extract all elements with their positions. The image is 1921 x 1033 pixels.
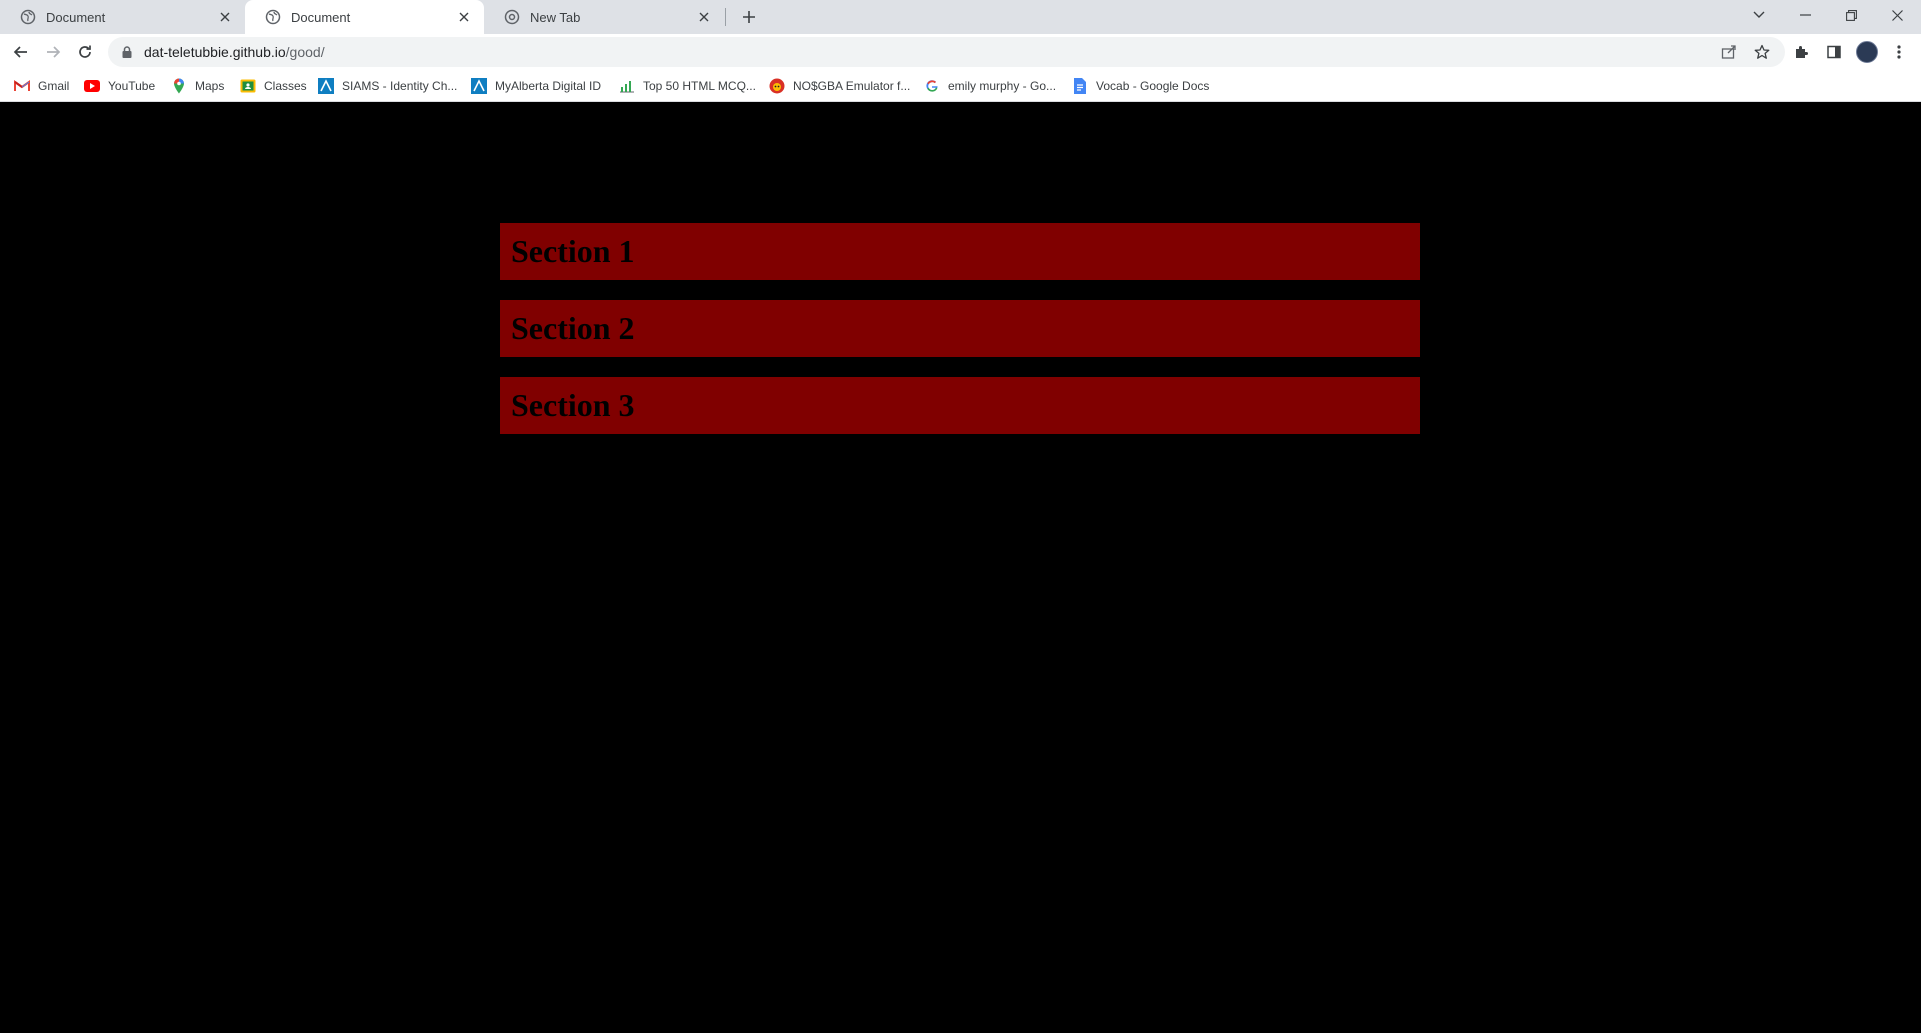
bookmark-gmail[interactable]: Gmail bbox=[14, 76, 69, 96]
star-icon bbox=[1754, 44, 1770, 59]
bookmarks-bar: Gmail YouTube Maps Classes SIAMS - Ident… bbox=[0, 70, 1921, 102]
bookmark-vocab-docs[interactable]: Vocab - Google Docs bbox=[1072, 76, 1209, 96]
section-3: Section 3 bbox=[500, 377, 1420, 434]
section-heading: Section 2 bbox=[511, 310, 635, 346]
lock-icon[interactable] bbox=[120, 45, 134, 59]
bookmark-myalberta[interactable]: MyAlberta Digital ID bbox=[471, 76, 601, 96]
restore-icon bbox=[1845, 9, 1857, 21]
puzzle-icon bbox=[1796, 46, 1808, 58]
more-vert-icon bbox=[1897, 45, 1901, 59]
bookmark-label: YouTube bbox=[108, 79, 156, 93]
globe-icon bbox=[265, 9, 281, 25]
new-tab-button[interactable] bbox=[737, 5, 761, 29]
bookmark-siams[interactable]: SIAMS - Identity Ch... bbox=[318, 76, 457, 96]
youtube-icon bbox=[84, 78, 100, 94]
side-panel-button[interactable] bbox=[1822, 40, 1846, 64]
reload-icon bbox=[79, 45, 91, 58]
address-bar[interactable]: dat-teletubbie.github.io/good/ bbox=[108, 37, 1785, 67]
close-icon[interactable] bbox=[696, 9, 712, 25]
restore-button[interactable] bbox=[1828, 0, 1874, 30]
docs-icon bbox=[1072, 78, 1088, 94]
tab-title: Document bbox=[291, 9, 351, 25]
tab-document-2[interactable]: Document bbox=[245, 0, 484, 34]
bookmark-classes[interactable]: Classes bbox=[240, 76, 307, 96]
section-1: Section 1 bbox=[500, 223, 1420, 280]
bookmark-nosgba[interactable]: NO$GBA Emulator f... bbox=[769, 76, 910, 96]
plus-icon bbox=[743, 11, 755, 23]
google-icon bbox=[924, 78, 940, 94]
tab-strip: Document Document New Tab bbox=[0, 0, 1921, 34]
bookmark-label: MyAlberta Digital ID bbox=[495, 79, 602, 93]
minimize-button[interactable] bbox=[1782, 0, 1828, 30]
reload-button[interactable] bbox=[73, 40, 97, 64]
bookmark-label: Vocab - Google Docs bbox=[1096, 79, 1210, 93]
bookmark-top-50-html[interactable]: Top 50 HTML MCQ... bbox=[619, 76, 756, 96]
chevron-down-icon bbox=[1753, 11, 1765, 18]
section-heading: Section 1 bbox=[511, 233, 635, 269]
tab-title: New Tab bbox=[530, 9, 581, 25]
browser-toolbar: dat-teletubbie.github.io/good/ bbox=[0, 34, 1921, 70]
tab-divider bbox=[725, 8, 726, 26]
classroom-icon bbox=[240, 78, 256, 94]
minimize-icon bbox=[1799, 14, 1811, 16]
siams-icon bbox=[318, 78, 334, 94]
tab-search-button[interactable] bbox=[1736, 0, 1782, 30]
bookmark-label: Top 50 HTML MCQ... bbox=[643, 79, 756, 93]
close-icon[interactable] bbox=[217, 9, 233, 25]
side-panel-icon bbox=[1827, 45, 1841, 59]
close-window-button[interactable] bbox=[1874, 0, 1920, 30]
extensions-button[interactable] bbox=[1789, 40, 1813, 64]
globe-icon bbox=[20, 9, 36, 25]
menu-button[interactable] bbox=[1887, 40, 1911, 64]
myalberta-icon bbox=[471, 78, 487, 94]
bookmark-youtube[interactable]: YouTube bbox=[84, 76, 155, 96]
url-host: dat-teletubbie.github.io bbox=[144, 44, 286, 60]
bookmark-emily-murphy[interactable]: emily murphy - Go... bbox=[924, 76, 1056, 96]
close-icon[interactable] bbox=[456, 9, 472, 25]
tab-new-tab[interactable]: New Tab bbox=[484, 0, 724, 34]
share-icon bbox=[1721, 45, 1736, 59]
share-button[interactable] bbox=[1717, 40, 1741, 64]
forward-button[interactable] bbox=[41, 40, 65, 64]
close-icon bbox=[1891, 9, 1903, 21]
chart-icon bbox=[619, 78, 635, 94]
profile-avatar[interactable] bbox=[1856, 41, 1878, 63]
arrow-right-icon bbox=[47, 46, 61, 58]
url-text: dat-teletubbie.github.io/good/ bbox=[144, 44, 325, 60]
chrome-icon bbox=[504, 9, 520, 25]
emulator-icon bbox=[769, 78, 785, 94]
bookmark-label: Classes bbox=[264, 79, 307, 93]
back-button[interactable] bbox=[9, 40, 33, 64]
bookmark-star-button[interactable] bbox=[1750, 40, 1774, 64]
bookmark-maps[interactable]: Maps bbox=[171, 76, 224, 96]
maps-icon bbox=[171, 78, 187, 94]
tab-title: Document bbox=[46, 9, 106, 25]
bookmark-label: emily murphy - Go... bbox=[948, 79, 1057, 93]
arrow-left-icon bbox=[13, 46, 27, 58]
section-2: Section 2 bbox=[500, 300, 1420, 357]
gmail-icon bbox=[14, 78, 30, 94]
bookmark-label: Gmail bbox=[38, 79, 70, 93]
tab-document-1[interactable]: Document bbox=[0, 0, 245, 34]
bookmark-label: SIAMS - Identity Ch... bbox=[342, 79, 458, 93]
section-heading: Section 3 bbox=[511, 387, 635, 423]
bookmark-label: NO$GBA Emulator f... bbox=[793, 79, 911, 93]
url-path: /good/ bbox=[285, 44, 325, 60]
page-content: Section 1 Section 2 Section 3 bbox=[0, 102, 1921, 1033]
bookmark-label: Maps bbox=[195, 79, 225, 93]
